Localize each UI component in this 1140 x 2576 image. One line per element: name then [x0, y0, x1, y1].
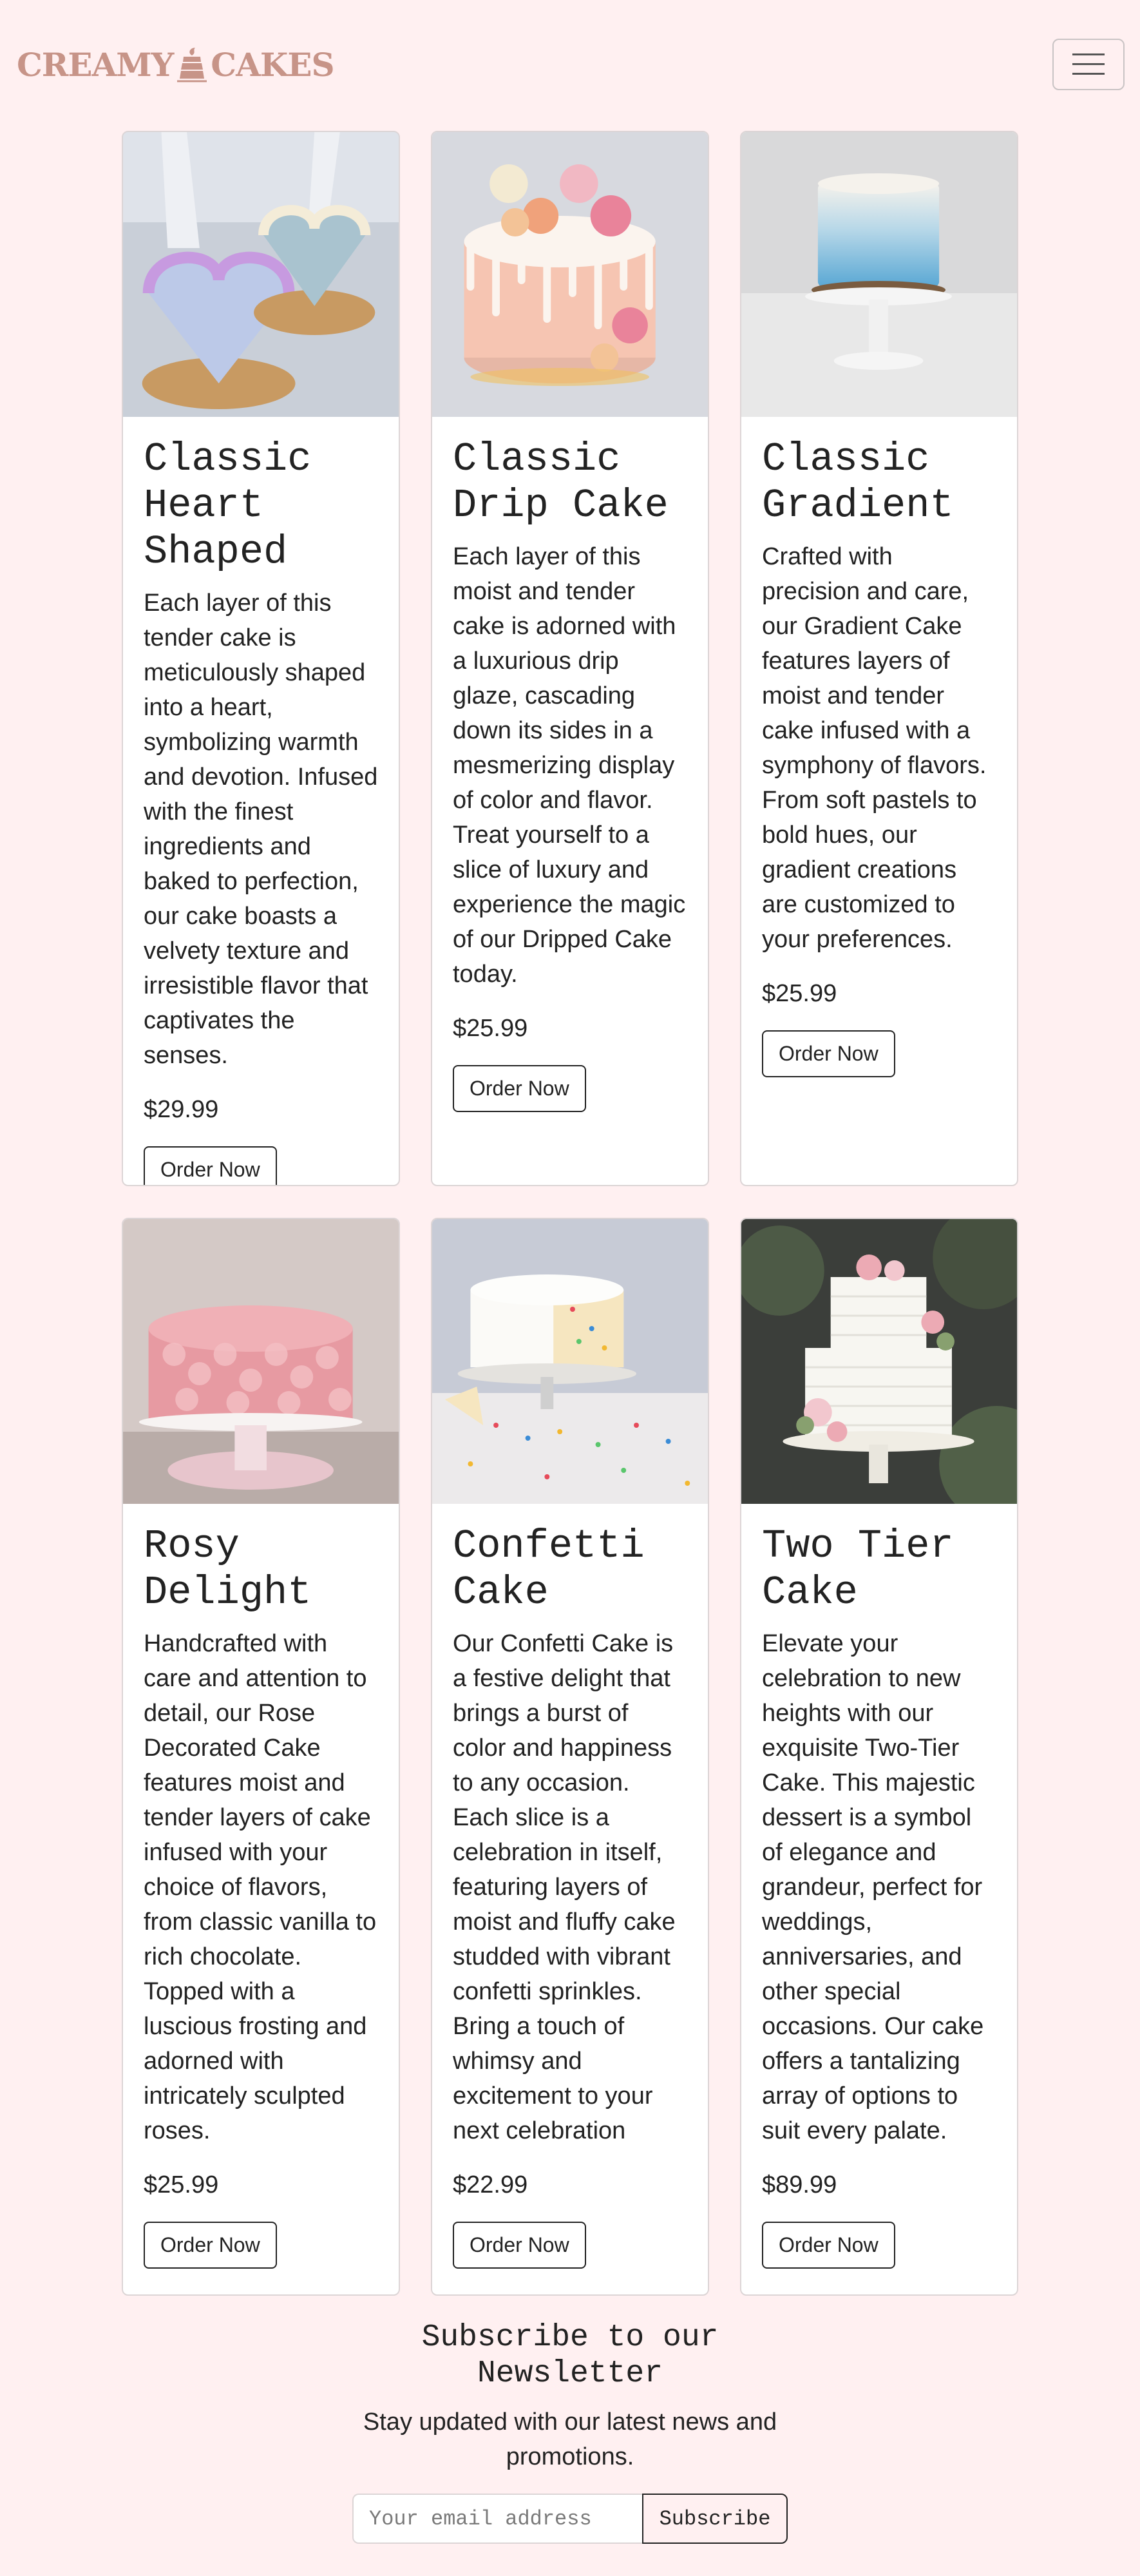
product-card-heart: Classic Heart Shaped Each layer of this …: [122, 131, 400, 1186]
product-description: Elevate your celebration to new heights …: [762, 1630, 984, 2144]
order-now-button[interactable]: Order Now: [144, 2222, 277, 2269]
order-now-button[interactable]: Order Now: [453, 2222, 586, 2269]
product-price: $25.99: [453, 1015, 528, 1042]
product-title: Classic Drip Cake: [453, 436, 669, 528]
product-card-confetti: Confetti Cake Our Confetti Cake is a fes…: [431, 1218, 709, 2296]
newsletter-title: Subscribe to our Newsletter: [421, 2320, 719, 2391]
two-tier-cake-image: [741, 1219, 1017, 1504]
product-card-gradient: Classic Gradient Crafted with precision …: [740, 131, 1018, 1186]
product-title: Confetti Cake: [453, 1523, 645, 1615]
hamburger-icon: [1072, 53, 1105, 75]
rose-cake-image: [123, 1219, 399, 1504]
product-price: $22.99: [453, 2171, 528, 2198]
product-description: Each layer of this moist and tender cake…: [453, 543, 686, 988]
logo[interactable]: CREAMY CAKES: [17, 40, 335, 89]
product-card-rosy: Rosy Delight Handcrafted with care and a…: [122, 1218, 400, 2296]
product-price: $25.99: [762, 980, 837, 1007]
heart-cake-image: [123, 132, 399, 417]
product-description: Crafted with precision and care, our Gra…: [762, 543, 987, 953]
product-title: Classic Heart Shaped: [144, 436, 312, 575]
confetti-cake-image: [432, 1219, 708, 1504]
logo-text-right: CAKES: [211, 45, 334, 84]
product-price: $89.99: [762, 2171, 837, 2198]
email-input[interactable]: [352, 2494, 642, 2544]
product-title: Classic Gradient: [762, 436, 954, 528]
cake-logo-icon: [177, 48, 207, 82]
order-now-button[interactable]: Order Now: [453, 1065, 586, 1112]
product-description: Our Confetti Cake is a festive delight t…: [453, 1630, 676, 2144]
product-description: Each layer of this tender cake is meticu…: [144, 590, 378, 1069]
product-title: Rosy Delight: [144, 1523, 312, 1615]
newsletter-form: Subscribe: [352, 2494, 788, 2544]
logo-text-left: CREAMY: [17, 45, 174, 84]
menu-toggle-button[interactable]: [1052, 39, 1125, 90]
product-price: $29.99: [144, 1096, 219, 1123]
order-now-button[interactable]: Order Now: [144, 1146, 277, 1185]
order-now-button[interactable]: Order Now: [762, 1030, 895, 1077]
drip-cake-image: [432, 132, 708, 417]
product-card-drip: Classic Drip Cake Each layer of this moi…: [431, 131, 709, 1186]
site-header: CREAMY CAKES: [0, 0, 1140, 129]
gradient-cake-image: [741, 132, 1017, 417]
newsletter-section: Subscribe to our Newsletter Stay updated…: [0, 2320, 1140, 2544]
product-title: Two Tier Cake: [762, 1523, 954, 1615]
product-card-two-tier: Two Tier Cake Elevate your celebration t…: [740, 1218, 1018, 2296]
product-description: Handcrafted with care and attention to d…: [144, 1630, 377, 2144]
product-price: $25.99: [144, 2171, 219, 2198]
order-now-button[interactable]: Order Now: [762, 2222, 895, 2269]
subscribe-button[interactable]: Subscribe: [642, 2494, 788, 2544]
newsletter-subtitle: Stay updated with our latest news and pr…: [363, 2408, 777, 2470]
